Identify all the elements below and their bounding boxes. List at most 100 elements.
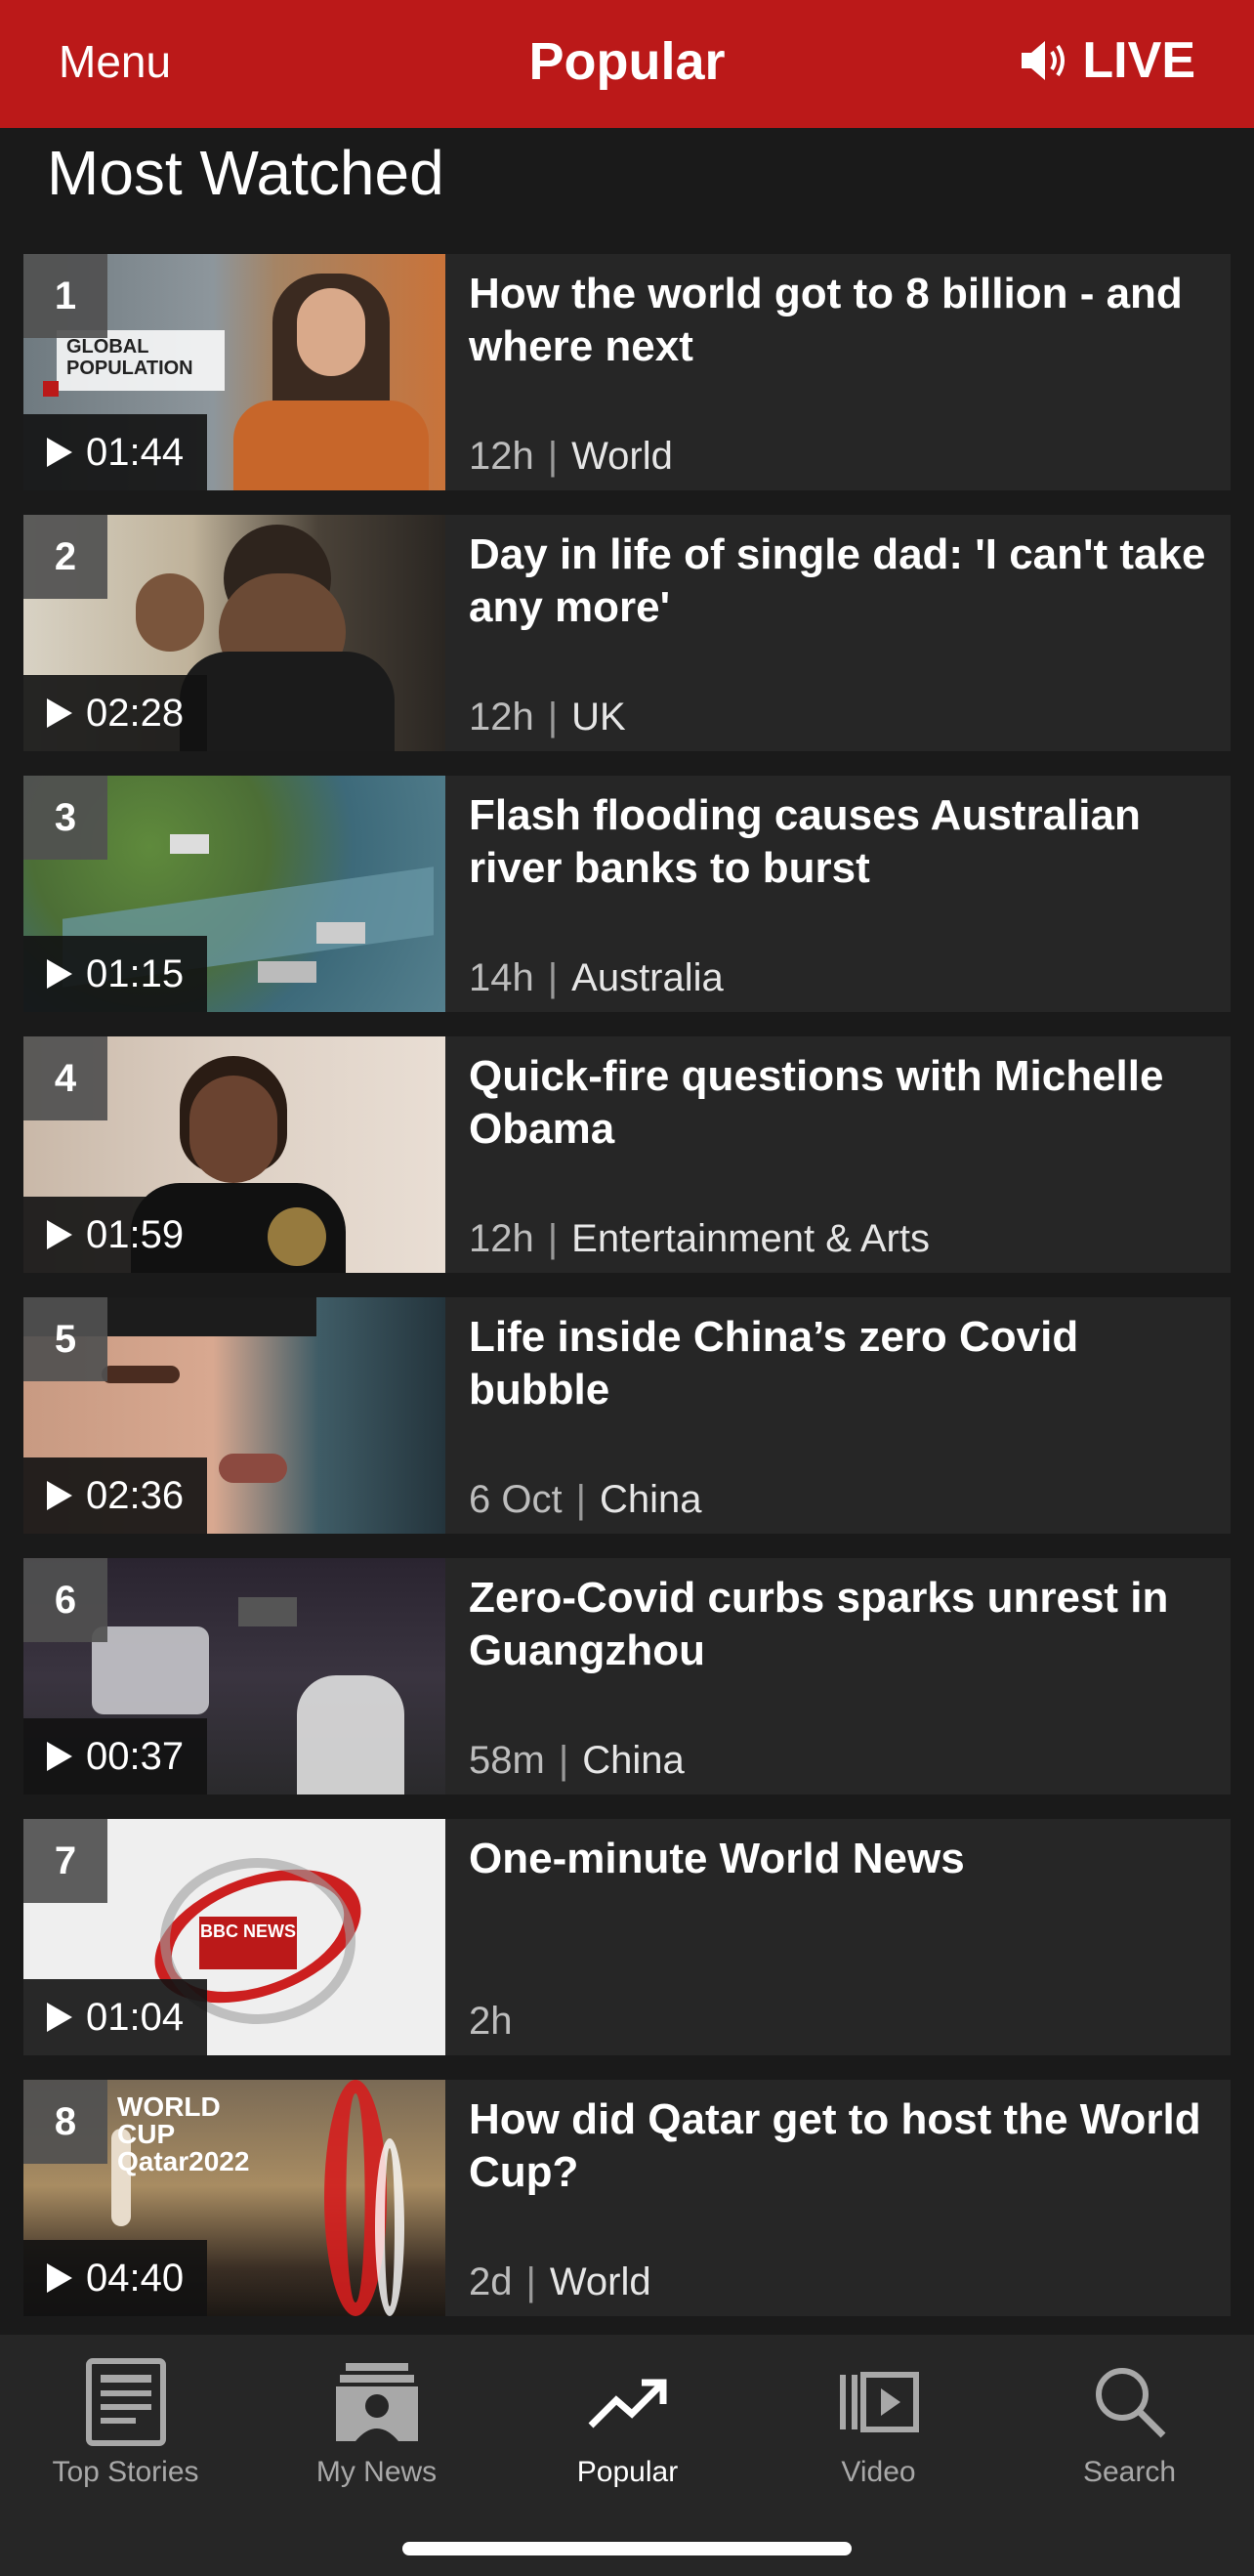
section-title: Most Watched [47,138,444,208]
item-meta: 58m | China [469,1739,685,1783]
list-item[interactable]: 4 01:59 Quick-fire questions with Michel… [23,1036,1231,1273]
duration-badge: 00:37 [23,1718,208,1795]
item-age: 2h [469,2000,513,2043]
headline[interactable]: Day in life of single dad: 'I can't take… [469,528,1207,634]
item-meta: 6 Oct | China [469,1478,702,1522]
duration-badge: 04:40 [23,2240,208,2316]
item-meta: 2h [469,2000,513,2044]
duration-text: 01:15 [86,951,185,995]
thumbnail-caption: WORLD CUP Qatar2022 [117,2091,250,2176]
rank-badge: 5 [23,1297,107,1381]
tab-label: Top Stories [52,2456,199,2488]
search-icon [1095,2368,1165,2438]
duration-text: 01:44 [86,430,185,474]
home-indicator[interactable] [402,2542,852,2555]
tab-label: Popular [576,2456,679,2488]
list-item[interactable]: 5 02:36 Life inside China’s zero Covid b… [23,1297,1231,1534]
newspaper-icon [85,2358,166,2446]
item-meta: 14h | Australia [469,956,724,1000]
item-category[interactable]: China [582,1739,685,1782]
item-age: 12h [469,696,534,739]
tab-top-stories[interactable]: Top Stories [0,2348,251,2489]
item-age: 12h [469,435,534,478]
meta-separator: | [575,1478,586,1521]
tab-search[interactable]: Search [1004,2348,1254,2489]
video-list: GLOBAL POPULATION 1 01:44 How the world … [23,254,1231,2341]
tab-video[interactable]: Video [753,2348,1004,2489]
meta-separator: | [547,696,559,739]
rank-badge: 3 [23,776,107,860]
play-icon [47,2263,72,2293]
item-age: 2d [469,2260,513,2303]
duration-badge: 01:59 [23,1197,208,1273]
item-meta: 12h | UK [469,696,626,739]
tab-popular[interactable]: Popular [502,2348,753,2489]
meta-separator: | [547,435,559,478]
rank-badge: 1 [23,254,107,338]
play-icon [47,698,72,728]
bottom-tab-bar: Top Stories My News Popular Video Search [0,2335,1254,2576]
item-category[interactable]: Australia [571,956,724,999]
item-age: 12h [469,1217,534,1260]
rank-badge: 2 [23,515,107,599]
list-item[interactable]: WORLD CUP Qatar2022 8 04:40 How did Qata… [23,2080,1231,2316]
duration-badge: 01:04 [23,1979,208,2055]
video-icon [839,2372,919,2432]
play-icon [47,438,72,467]
item-age: 6 Oct [469,1478,563,1521]
duration-badge: 01:15 [23,936,208,1012]
tab-my-news[interactable]: My News [251,2348,502,2489]
headline[interactable]: How the world got to 8 billion - and whe… [469,268,1207,373]
item-category[interactable]: UK [571,696,626,739]
list-item[interactable]: 6 00:37 Zero-Covid curbs sparks unrest i… [23,1558,1231,1795]
headline[interactable]: Zero-Covid curbs sparks unrest in Guangz… [469,1572,1207,1677]
rank-badge: 8 [23,2080,107,2164]
item-meta: 2d | World [469,2260,651,2304]
play-icon [47,1742,72,1771]
rank-badge: 7 [23,1819,107,1903]
duration-badge: 02:28 [23,675,208,751]
list-item[interactable]: 2 02:28 Day in life of single dad: 'I ca… [23,515,1231,751]
thumbnail-caption: GLOBAL POPULATION [57,330,225,391]
item-age: 58m [469,1739,545,1782]
item-age: 14h [469,956,534,999]
duration-text: 01:59 [86,1212,185,1256]
top-bar: Menu Popular LIVE [0,0,1254,128]
live-button[interactable]: LIVE [1020,31,1195,90]
item-meta: 12h | Entertainment & Arts [469,1217,930,1261]
rank-badge: 4 [23,1036,107,1120]
list-item[interactable]: GLOBAL POPULATION 1 01:44 How the world … [23,254,1231,490]
meta-separator: | [547,956,559,999]
my-news-icon [335,2363,418,2441]
speaker-icon [1022,41,1066,80]
meta-separator: | [547,1217,559,1260]
meta-separator: | [525,2260,536,2303]
duration-text: 02:28 [86,691,185,735]
trending-icon [588,2379,666,2428]
item-category[interactable]: Entertainment & Arts [571,1217,930,1260]
headline[interactable]: One-minute World News [469,1833,1207,1885]
item-category[interactable]: China [600,1478,702,1521]
play-icon [47,1481,72,1510]
item-category[interactable]: World [571,435,673,478]
rank-badge: 6 [23,1558,107,1642]
headline[interactable]: How did Qatar get to host the World Cup? [469,2093,1207,2199]
tab-label: My News [315,2456,438,2488]
headline[interactable]: Life inside China’s zero Covid bubble [469,1311,1207,1416]
duration-text: 04:40 [86,2256,185,2300]
duration-badge: 02:36 [23,1457,208,1534]
duration-badge: 01:44 [23,414,208,490]
thumbnail-caption: BBC NEWS [199,1917,297,1969]
meta-separator: | [558,1739,569,1782]
duration-text: 01:04 [86,1995,185,2039]
list-item[interactable]: BBC NEWS 7 01:04 One-minute World News 2… [23,1819,1231,2055]
tab-label: Video [841,2456,916,2488]
duration-text: 00:37 [86,1734,185,1778]
headline[interactable]: Quick-fire questions with Michelle Obama [469,1050,1207,1156]
item-meta: 12h | World [469,435,673,479]
item-category[interactable]: World [550,2260,651,2303]
list-item[interactable]: 3 01:15 Flash flooding causes Australian… [23,776,1231,1012]
live-label: LIVE [1082,32,1195,89]
headline[interactable]: Flash flooding causes Australian river b… [469,789,1207,895]
play-icon [47,2003,72,2032]
